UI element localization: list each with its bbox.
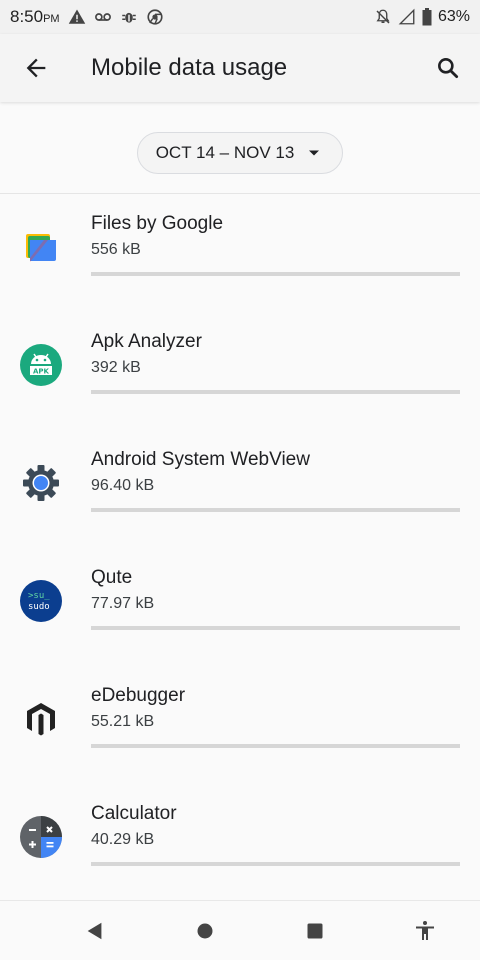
app-usage: 40.29 kB	[91, 831, 155, 848]
usage-bar	[91, 744, 460, 748]
app-name: eDebugger	[91, 685, 186, 706]
notifications-off-icon	[374, 8, 392, 26]
battery-percent: 63%	[437, 8, 470, 25]
app-usage: 55.21 kB	[91, 713, 155, 730]
app-usage: 556 kB	[91, 241, 141, 258]
arrow-back-icon	[26, 58, 46, 78]
search-icon	[438, 58, 459, 79]
edebugger-icon	[20, 698, 62, 740]
svg-text:sudo: sudo	[28, 602, 50, 612]
app-name: Android System WebView	[91, 449, 310, 470]
nav-recents-button[interactable]	[291, 907, 339, 955]
usage-bar-fill	[91, 508, 155, 512]
files-by-google-icon	[20, 226, 62, 268]
usage-bar	[91, 626, 460, 630]
signal-icon	[398, 8, 416, 26]
voicemail-icon	[94, 8, 112, 26]
usage-bar	[91, 272, 460, 276]
status-time-ampm: PM	[43, 13, 60, 25]
usage-bar-fill	[91, 626, 143, 630]
app-name: Apk Analyzer	[91, 331, 202, 352]
apk-analyzer-icon: APK	[20, 344, 62, 386]
usage-bar-fill	[91, 862, 118, 866]
battery-icon	[422, 8, 432, 26]
back-button[interactable]	[8, 40, 64, 96]
status-bar: 8:50PM 63%	[0, 0, 480, 34]
app-usage-list: Files by Google 556 kB APK Apk Analyzer …	[0, 194, 480, 902]
search-button[interactable]	[424, 44, 472, 92]
usage-bar-fill	[91, 390, 352, 394]
list-item[interactable]: APK Apk Analyzer 392 kB	[0, 312, 480, 430]
list-item[interactable]: Files by Google 556 kB	[0, 194, 480, 312]
page-title: Mobile data usage	[91, 54, 288, 81]
calculator-icon	[20, 816, 62, 858]
usage-bar	[91, 862, 460, 866]
status-time-value: 8:50	[10, 7, 44, 26]
nav-home-button[interactable]	[181, 907, 229, 955]
list-item[interactable]: Calculator 40.29 kB	[0, 784, 480, 902]
app-usage: 392 kB	[91, 359, 141, 376]
navigation-bar	[0, 900, 480, 960]
date-range-label: OCT 14 – NOV 13	[155, 143, 295, 162]
date-range-selector[interactable]: OCT 14 – NOV 13	[137, 132, 343, 174]
svg-text:APK: APK	[33, 368, 50, 376]
app-bar: Mobile data usage	[0, 34, 480, 102]
home-circle-icon	[197, 923, 213, 938]
app-name: Files by Google	[91, 213, 224, 234]
status-time: 8:50PM	[10, 7, 60, 27]
app-name: Calculator	[91, 803, 177, 824]
nav-back-button[interactable]	[71, 907, 119, 955]
alert-icon	[68, 8, 86, 26]
dropdown-arrow-icon	[309, 150, 320, 156]
recents-square-icon	[307, 923, 323, 938]
bug-icon	[120, 8, 138, 26]
app-usage: 77.97 kB	[91, 595, 155, 612]
chrome-icon	[146, 8, 164, 26]
webview-gear-icon	[20, 462, 62, 504]
list-item[interactable]: eDebugger 55.21 kB	[0, 666, 480, 784]
status-right: 63%	[374, 8, 470, 26]
accessibility-icon	[416, 920, 434, 940]
accessibility-button[interactable]	[401, 907, 449, 955]
usage-bar-fill	[91, 744, 128, 748]
svg-text:>su_: >su_	[28, 591, 50, 601]
app-name: Qute	[91, 567, 133, 588]
usage-bar	[91, 390, 460, 394]
qute-icon: >su_ sudo	[20, 580, 62, 622]
usage-bar-fill	[91, 272, 460, 276]
back-triangle-icon	[87, 922, 102, 939]
list-item[interactable]: >su_ sudo Qute 77.97 kB	[0, 548, 480, 666]
app-usage: 96.40 kB	[91, 477, 155, 494]
list-item[interactable]: Android System WebView 96.40 kB	[0, 430, 480, 548]
status-left: 8:50PM	[10, 7, 164, 27]
usage-bar	[91, 508, 460, 512]
